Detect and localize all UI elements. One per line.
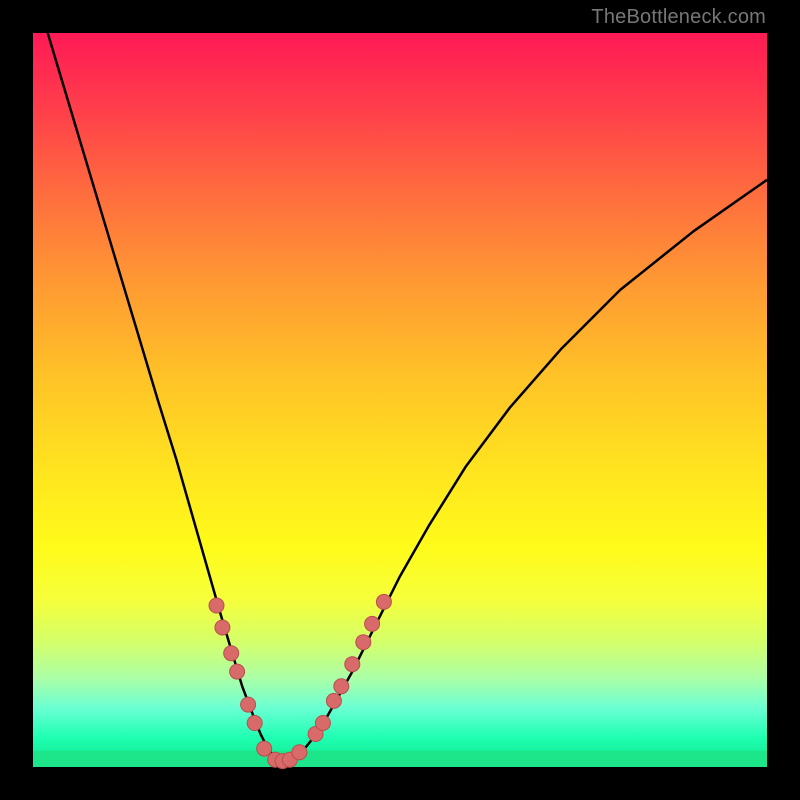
curve-marker <box>326 693 341 708</box>
curve-marker <box>209 598 224 613</box>
curve-path <box>48 33 767 763</box>
curve-marker <box>230 664 245 679</box>
curve-marker <box>257 741 272 756</box>
attribution-text: TheBottleneck.com <box>591 6 766 29</box>
bottleneck-curve <box>48 33 767 763</box>
curve-marker <box>292 745 307 760</box>
curve-marker <box>315 716 330 731</box>
curve-marker <box>334 679 349 694</box>
curve-marker <box>365 616 380 631</box>
curve-marker <box>356 635 371 650</box>
curve-marker <box>224 646 239 661</box>
curve-marker <box>345 657 360 672</box>
chart-svg <box>33 33 767 767</box>
curve-marker <box>241 697 256 712</box>
curve-marker <box>376 594 391 609</box>
baseline-band-rect <box>33 751 767 767</box>
curve-markers <box>209 594 391 768</box>
chart-frame: TheBottleneck.com <box>0 0 800 800</box>
curve-marker <box>247 716 262 731</box>
baseline-band <box>33 751 767 767</box>
curve-marker <box>215 620 230 635</box>
